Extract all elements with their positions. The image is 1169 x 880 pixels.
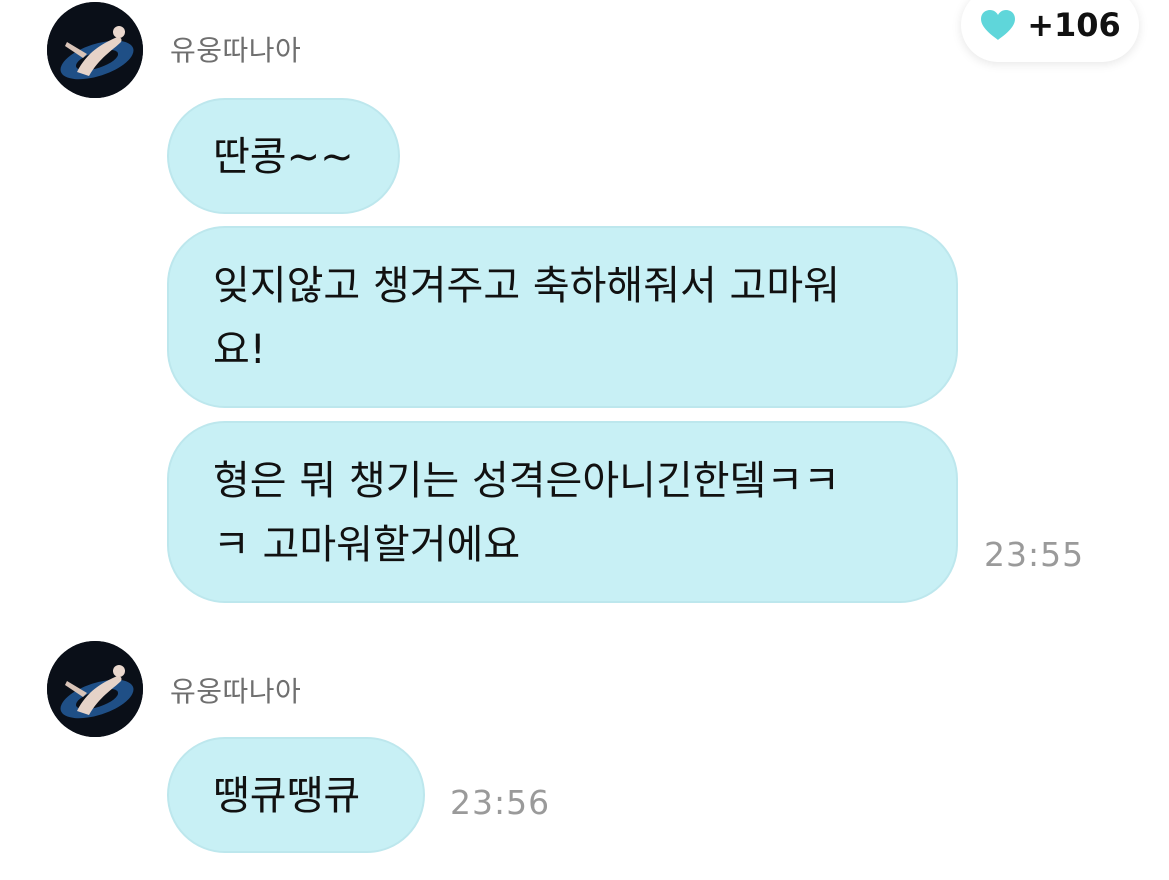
message-text: 형은 뭐 챙기는 성격은아니긴한뎈ㅋㅋ ㅋ 고마워할거에요 xyxy=(213,458,840,568)
avatar-photo xyxy=(47,641,143,737)
sender-name: 유웅따나아 xyxy=(170,675,302,708)
avatar-photo xyxy=(47,2,143,98)
reaction-pill[interactable]: +106 xyxy=(961,0,1139,62)
heart-icon xyxy=(981,10,1016,40)
avatar[interactable] xyxy=(47,2,143,98)
message-text: 잊지않고 챙겨주고 축하해줘서 고마워 요! xyxy=(213,263,840,373)
message-timestamp: 23:56 xyxy=(450,783,551,822)
message-bubble[interactable]: 잊지않고 챙겨주고 축하해줘서 고마워 요! xyxy=(167,226,958,408)
reaction-count: +106 xyxy=(1027,6,1121,44)
message-text: 딴콩~~ xyxy=(213,134,354,180)
message-text: 땡큐땡큐 xyxy=(213,773,361,819)
message-bubble[interactable]: 형은 뭐 챙기는 성격은아니긴한뎈ㅋㅋ ㅋ 고마워할거에요 xyxy=(167,421,958,603)
message-timestamp: 23:55 xyxy=(984,535,1085,574)
avatar[interactable] xyxy=(47,641,143,737)
sender-name: 유웅따나아 xyxy=(170,34,302,67)
message-bubble[interactable]: 딴콩~~ xyxy=(167,98,400,214)
message-bubble[interactable]: 땡큐땡큐 xyxy=(167,737,425,853)
